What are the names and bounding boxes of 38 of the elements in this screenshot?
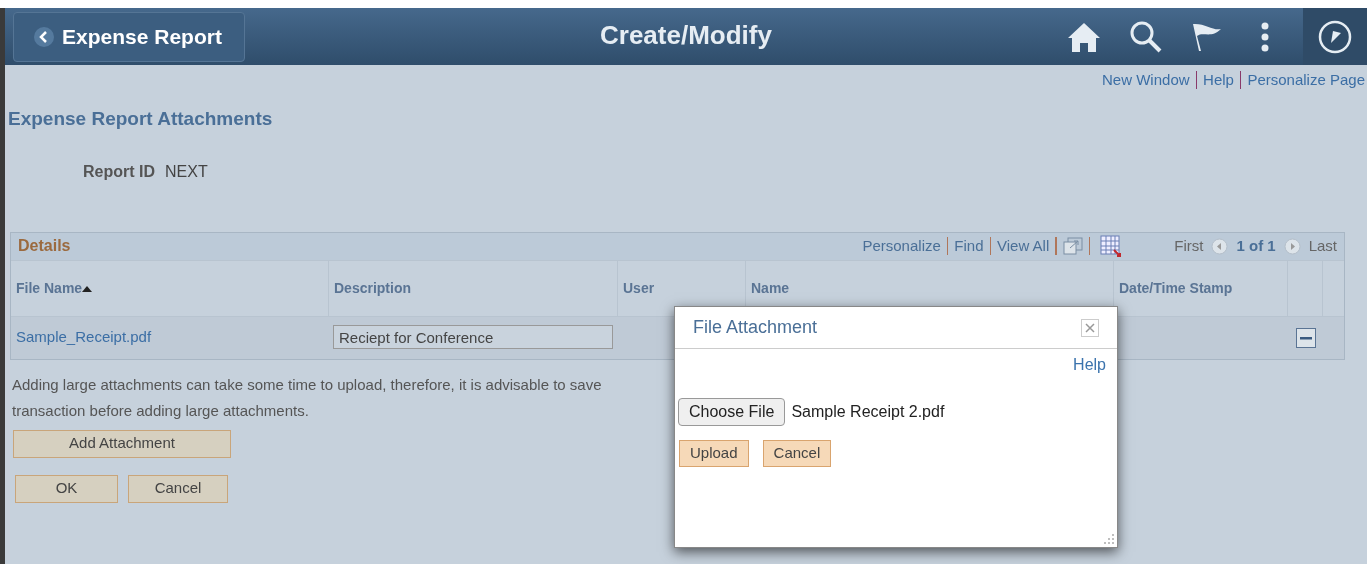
notice-text: transaction before adding large attachments. xyxy=(12,400,309,421)
more-icon[interactable] xyxy=(1261,21,1269,52)
header-link[interactable]: New Window xyxy=(1102,68,1190,92)
help-link[interactable]: Help xyxy=(1073,353,1106,377)
dialog-title: File Attachment xyxy=(693,316,818,339)
home-icon[interactable] xyxy=(1067,20,1101,53)
row-counter: 1 of 1 xyxy=(1236,235,1276,256)
compass-icon xyxy=(1318,19,1352,54)
upload-button[interactable]: Upload xyxy=(679,440,749,467)
add-attachment-button[interactable]: Add Attachment xyxy=(13,429,231,458)
grid-title: Details xyxy=(18,236,71,256)
cancel-button[interactable]: Cancel xyxy=(762,440,832,467)
field-label: Report ID xyxy=(83,161,155,182)
section-title: Expense Report Attachments xyxy=(8,107,274,131)
description-field[interactable]: Reciept for Conference xyxy=(333,325,613,350)
chevron-left-icon xyxy=(34,26,54,47)
back-button[interactable]: Expense Report xyxy=(13,11,245,62)
file-name-link[interactable]: Sample_Receipt.pdf xyxy=(11,326,329,349)
choose-file-button[interactable]: Choose File xyxy=(678,398,786,426)
header-link[interactable]: Help xyxy=(1203,68,1234,92)
file-name: Sample Receipt 2.pdf xyxy=(791,402,945,422)
delete-row-icon[interactable] xyxy=(1295,327,1316,348)
search-icon[interactable] xyxy=(1129,19,1163,54)
spreadsheet-icon[interactable] xyxy=(1100,235,1123,257)
grid-toolbar-link[interactable]: Find xyxy=(954,234,984,258)
navbar-button[interactable] xyxy=(1303,8,1367,65)
ok-button[interactable]: OK xyxy=(15,474,118,503)
field-value: NEXT xyxy=(165,161,208,182)
notice-text: Adding large attachments can take some time to upload, therefore, it is advisable to save xyxy=(12,374,602,395)
resize-grip-icon[interactable] xyxy=(1103,533,1115,545)
close-icon[interactable] xyxy=(1081,318,1099,337)
grid-toolbar-link[interactable]: View All xyxy=(997,234,1050,258)
grid-toolbar-link[interactable]: Personalize xyxy=(862,234,941,258)
cancel-button[interactable]: Cancel xyxy=(128,474,228,503)
header-link[interactable]: Personalize Page xyxy=(1247,68,1365,92)
column-header[interactable]: Description xyxy=(329,260,618,316)
page-header-title: Create/Modify xyxy=(600,19,772,52)
column-header[interactable]: File Name xyxy=(11,260,329,316)
